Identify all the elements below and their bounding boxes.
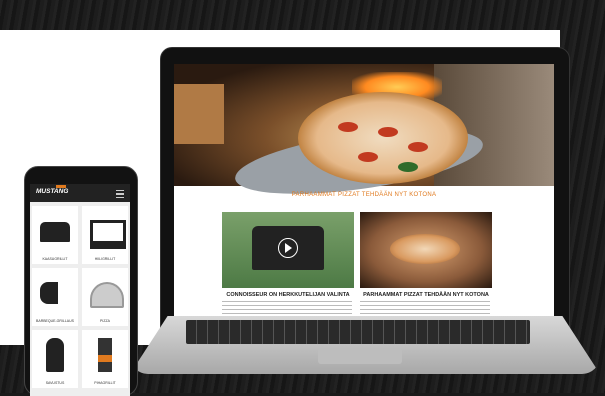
laptop-keyboard bbox=[186, 320, 530, 344]
category-tile[interactable]: SAVUSTUS bbox=[32, 330, 78, 388]
hero-wood bbox=[174, 84, 224, 144]
category-tile[interactable]: PIHAGRILLIT bbox=[82, 330, 128, 388]
smoker-icon bbox=[46, 338, 64, 372]
phone-screen: MUSTANG KAASUGRILLIT HIILIGRILLIT BARBEQ… bbox=[30, 184, 130, 396]
category-label: HIILIGRILLIT bbox=[94, 257, 116, 261]
pizza-oven-icon bbox=[90, 282, 124, 308]
category-tile[interactable]: PIZZA bbox=[82, 268, 128, 326]
card-body-text bbox=[222, 301, 352, 315]
hero-pizza-image bbox=[174, 64, 554, 207]
hero-pizza bbox=[298, 92, 468, 184]
card-title-pizza[interactable]: PARHAAMMAT PIZZAT TEHDÄÄN NYT KOTONA bbox=[351, 292, 501, 298]
gas-grill-icon bbox=[40, 222, 70, 242]
category-tile[interactable]: HIILIGRILLIT bbox=[82, 206, 128, 264]
phone-header: MUSTANG bbox=[30, 184, 130, 202]
laptop-trackpad bbox=[318, 348, 402, 364]
play-icon[interactable] bbox=[278, 238, 298, 258]
firepit-icon bbox=[98, 338, 112, 372]
card-title-grill[interactable]: CONNOISSEUR ON HERKKUTELIJAN VALINTA bbox=[213, 292, 363, 298]
charcoal-grill-icon bbox=[90, 220, 126, 249]
category-tile[interactable]: BARBEQUE-GRILLAUS bbox=[32, 268, 78, 326]
card-grill-video[interactable] bbox=[222, 212, 354, 288]
brand-logo[interactable]: MUSTANG bbox=[36, 185, 68, 195]
hamburger-menu-icon[interactable] bbox=[116, 190, 124, 198]
smoker-grill-icon bbox=[40, 282, 70, 304]
category-label: PIZZA bbox=[100, 319, 110, 323]
section-heading: PARHAAMMAT PIZZAT TEHDÄÄN NYT KOTONA bbox=[291, 192, 437, 198]
category-label: SAVUSTUS bbox=[45, 381, 65, 385]
category-label: PIHAGRILLIT bbox=[94, 381, 116, 385]
category-tile[interactable]: KAASUGRILLIT bbox=[32, 206, 78, 264]
category-label: KAASUGRILLIT bbox=[42, 257, 68, 261]
card-pizza[interactable] bbox=[360, 212, 492, 288]
laptop-screen: PARHAAMMAT PIZZAT TEHDÄÄN NYT KOTONA CON… bbox=[174, 64, 554, 316]
card-body-text bbox=[360, 301, 490, 315]
category-label: BARBEQUE-GRILLAUS bbox=[36, 319, 74, 323]
pizza-image bbox=[390, 234, 460, 264]
